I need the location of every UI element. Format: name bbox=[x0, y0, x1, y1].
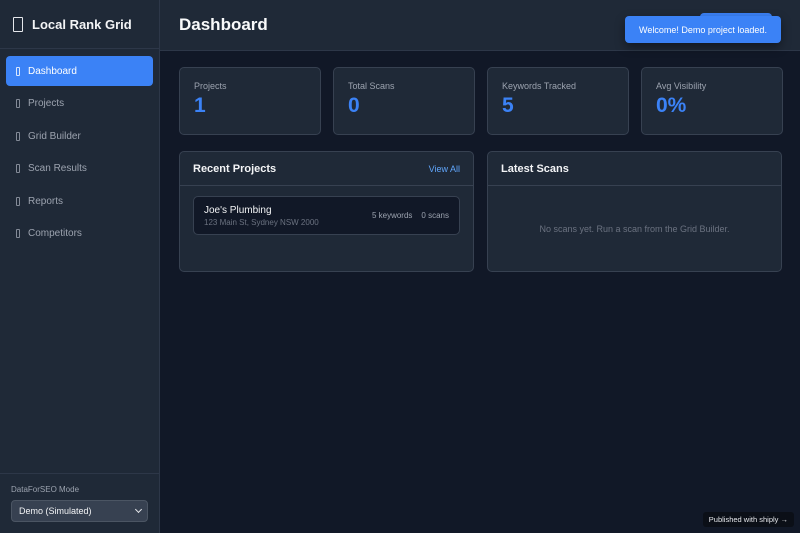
stat-label: Avg Visibility bbox=[656, 81, 707, 91]
panels-row: Recent Projects View All Joe's Plumbing … bbox=[179, 151, 783, 272]
main-area: Dashboard Projects 1 Total Scans 0 Keywo… bbox=[160, 0, 800, 533]
sidebar-item-label: Competitors bbox=[28, 228, 82, 239]
mode-select[interactable]: Demo (Simulated) bbox=[11, 500, 148, 522]
sidebar-item-label: Grid Builder bbox=[28, 130, 81, 142]
project-meta: 5 keywords 0 scans bbox=[372, 211, 449, 220]
report-icon bbox=[16, 196, 20, 206]
mode-select-value: Demo (Simulated) bbox=[19, 506, 92, 516]
stat-card-total-scans: Total Scans 0 bbox=[333, 67, 475, 135]
stat-card-keywords-tracked: Keywords Tracked 5 bbox=[487, 67, 629, 135]
stat-value: 1 bbox=[194, 94, 206, 117]
project-name: Joe's Plumbing bbox=[204, 204, 272, 216]
project-keywords-count: 5 keywords bbox=[371, 211, 413, 220]
folder-icon bbox=[16, 99, 20, 108]
panel-title: Recent Projects bbox=[193, 162, 277, 175]
stat-value: 0% bbox=[656, 94, 687, 117]
stat-card-projects: Projects 1 bbox=[179, 67, 321, 135]
toast-notification[interactable]: Welcome! Demo project loaded. bbox=[625, 16, 781, 43]
recent-projects-panel: Recent Projects View All Joe's Plumbing … bbox=[179, 151, 474, 272]
users-icon bbox=[16, 229, 20, 238]
stat-value: 5 bbox=[502, 94, 514, 117]
view-all-link[interactable]: View All bbox=[429, 164, 460, 174]
app-title: Local Rank Grid bbox=[32, 16, 132, 32]
sidebar-item-projects[interactable]: Projects bbox=[6, 89, 153, 119]
project-row[interactable]: Joe's Plumbing 123 Main St, Sydney NSW 2… bbox=[193, 196, 460, 235]
page-title: Dashboard bbox=[179, 15, 268, 34]
stat-card-avg-visibility: Avg Visibility 0% bbox=[641, 67, 783, 135]
dashboard-content: Projects 1 Total Scans 0 Keywords Tracke… bbox=[160, 51, 800, 272]
project-address: 123 Main St, Sydney NSW 2000 bbox=[204, 217, 319, 227]
sidebar-footer: DataForSEO Mode Demo (Simulated) bbox=[0, 473, 159, 533]
sidebar-item-competitors[interactable]: Competitors bbox=[6, 219, 153, 249]
stat-label: Total Scans bbox=[348, 81, 395, 91]
map-pin-icon bbox=[13, 16, 23, 32]
brand: Local Rank Grid bbox=[0, 0, 159, 49]
grid-icon bbox=[16, 131, 20, 141]
stat-value: 0 bbox=[348, 94, 360, 117]
project-info: Joe's Plumbing 123 Main St, Sydney NSW 2… bbox=[204, 205, 319, 227]
empty-state-message: No scans yet. Run a scan from the Grid B… bbox=[539, 224, 730, 234]
dashboard-icon bbox=[16, 66, 20, 76]
sidebar-item-label: Scan Results bbox=[28, 163, 87, 174]
sidebar-item-dashboard[interactable]: Dashboard bbox=[6, 56, 153, 86]
chevron-down-icon bbox=[134, 505, 143, 514]
sidebar-item-label: Dashboard bbox=[28, 65, 77, 77]
sidebar-item-grid-builder[interactable]: Grid Builder bbox=[6, 121, 153, 151]
mode-label: DataForSEO Mode bbox=[11, 485, 80, 494]
stat-label: Keywords Tracked bbox=[502, 81, 577, 91]
panel-title: Latest Scans bbox=[501, 162, 569, 175]
app-shell: Local Rank Grid Dashboard Projects Grid … bbox=[0, 0, 800, 533]
stats-row: Projects 1 Total Scans 0 Keywords Tracke… bbox=[179, 67, 783, 135]
project-scans-count: 0 scans bbox=[421, 211, 449, 220]
sidebar-item-label: Projects bbox=[28, 98, 65, 109]
stat-label: Projects bbox=[194, 81, 227, 91]
sidebar-item-reports[interactable]: Reports bbox=[6, 186, 153, 216]
panel-header: Recent Projects View All bbox=[180, 152, 473, 186]
panel-header: Latest Scans bbox=[488, 152, 781, 186]
sidebar-nav: Dashboard Projects Grid Builder Scan Res… bbox=[0, 49, 159, 473]
chart-icon bbox=[16, 164, 20, 173]
published-badge[interactable]: Published with shiply → bbox=[702, 512, 794, 527]
latest-scans-panel: Latest Scans No scans yet. Run a scan fr… bbox=[487, 151, 782, 272]
sidebar: Local Rank Grid Dashboard Projects Grid … bbox=[0, 0, 160, 533]
sidebar-item-label: Reports bbox=[28, 195, 64, 207]
sidebar-item-scan-results[interactable]: Scan Results bbox=[6, 154, 153, 184]
